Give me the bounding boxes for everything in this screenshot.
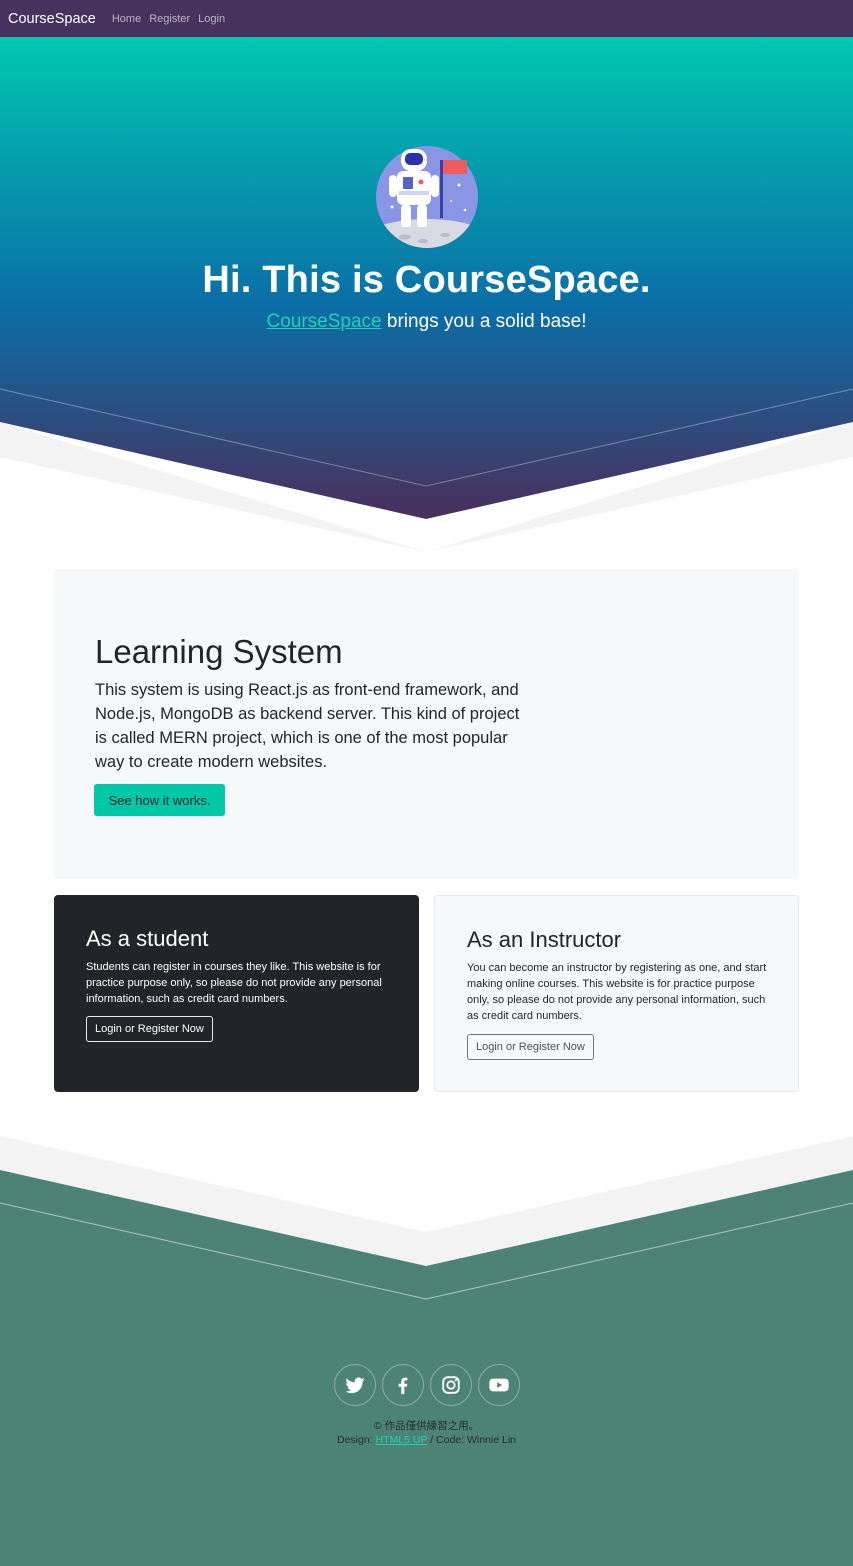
learning-system-title: Learning System <box>95 633 343 670</box>
facebook-icon[interactable] <box>381 1364 424 1406</box>
nav-link-home[interactable]: Home <box>112 13 141 25</box>
nav-link-login[interactable]: Login <box>198 13 225 25</box>
footer-background <box>0 1136 853 1566</box>
instructor-login-register-button[interactable]: Login or Register Now <box>467 1034 594 1060</box>
student-card: As a student Students can register in co… <box>54 895 419 1092</box>
hero-section: Hi. This is CourseSpace. CourseSpace bri… <box>0 37 853 557</box>
instagram-icon[interactable] <box>429 1364 472 1406</box>
footer-code-label: / Code: Winnie Lin <box>427 1434 516 1446</box>
nav-link-register[interactable]: Register <box>149 13 190 25</box>
student-login-register-button[interactable]: Login or Register Now <box>86 1016 213 1042</box>
hero-subtitle-text: brings you a solid base! <box>381 311 587 332</box>
instructor-card-title: As an Instructor <box>467 927 622 952</box>
hero-title: Hi. This is CourseSpace. <box>202 259 651 301</box>
see-how-it-works-button[interactable]: See how it works. <box>94 784 225 816</box>
navbar: CourseSpace Home Register Login <box>0 0 853 37</box>
student-card-title: As a student <box>86 926 209 951</box>
hero-coursespace-link[interactable]: CourseSpace <box>266 311 381 332</box>
instructor-card: As an Instructor You can become an instr… <box>434 895 799 1092</box>
footer-credits: Design: HTML5 UP / Code: Winnie Lin <box>0 1434 853 1446</box>
student-card-text: Students can register in courses they li… <box>86 961 382 1005</box>
hero-subtitle: CourseSpace brings you a solid base! <box>0 311 853 333</box>
instructor-card-text: You can become an instructor by register… <box>467 962 767 1022</box>
footer-html5up-link[interactable]: HTML5 UP <box>376 1434 428 1446</box>
footer-design-label: Design: <box>337 1434 376 1446</box>
learning-system-text: This system is using React.js as front-e… <box>95 681 520 771</box>
navbar-brand[interactable]: CourseSpace <box>8 11 96 27</box>
footer-copyright: © 作品僅供練習之用。 <box>373 1420 480 1432</box>
twitter-icon[interactable] <box>333 1364 376 1406</box>
youtube-icon[interactable] <box>477 1364 520 1406</box>
footer: © 作品僅供練習之用。 Design: HTML5 UP / Code: Win… <box>0 1136 853 1566</box>
learning-system-panel: Learning System This system is using Rea… <box>54 569 799 879</box>
astronaut-icon <box>376 146 478 248</box>
social-links <box>0 1364 853 1406</box>
